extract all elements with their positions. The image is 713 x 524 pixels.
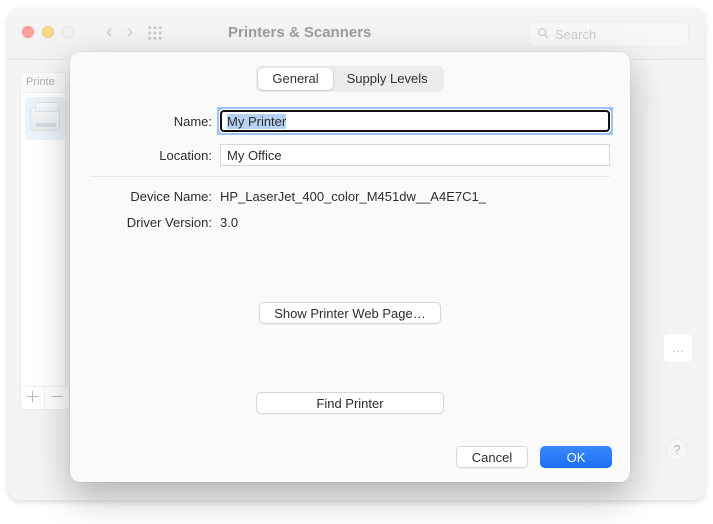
general-form: Name: Location: Device Name: HP_LaserJet…: [90, 104, 610, 235]
device-name-value: HP_LaserJet_400_color_M451dw__A4E7C1_: [220, 189, 610, 204]
sheet-tabs: General Supply Levels: [70, 66, 630, 92]
options-popup-button[interactable]: …: [663, 333, 693, 363]
divider: [90, 176, 610, 177]
printer-icon: [30, 107, 60, 131]
cancel-button[interactable]: Cancel: [456, 446, 528, 468]
sheet-footer: Cancel OK: [456, 446, 612, 468]
printers-list-header: Printe: [21, 73, 65, 93]
remove-printer-button[interactable]: －: [45, 387, 69, 409]
minimize-window-icon[interactable]: [42, 26, 54, 38]
printer-list-item[interactable]: [25, 97, 65, 140]
page-title: Printers & Scanners: [228, 24, 371, 41]
window-controls: [22, 26, 74, 38]
zoom-window-icon[interactable]: [62, 26, 74, 38]
driver-version-value: 3.0: [220, 215, 610, 230]
help-button[interactable]: ?: [666, 439, 688, 461]
printer-options-sheet: General Supply Levels Name: Location: De…: [70, 52, 630, 482]
printers-list: Printe: [20, 72, 66, 392]
search-icon: [537, 27, 549, 42]
driver-version-label: Driver Version:: [90, 215, 220, 230]
name-field[interactable]: [220, 110, 610, 132]
show-all-icon[interactable]: [147, 25, 163, 41]
location-field[interactable]: [220, 144, 610, 166]
find-printer-button[interactable]: Find Printer: [256, 392, 444, 414]
back-icon[interactable]: ‹: [106, 22, 113, 42]
add-remove-control: ＋ －: [20, 386, 70, 410]
tab-supply-levels[interactable]: Supply Levels: [333, 68, 442, 90]
show-printer-web-page-button[interactable]: Show Printer Web Page…: [259, 302, 441, 324]
forward-icon[interactable]: ›: [127, 22, 134, 42]
name-label: Name:: [90, 114, 220, 129]
nav-controls: ‹ ›: [106, 22, 163, 42]
ok-button[interactable]: OK: [540, 446, 612, 468]
tab-general[interactable]: General: [258, 68, 332, 90]
search-input[interactable]: Search: [529, 21, 689, 47]
search-placeholder: Search: [555, 27, 596, 42]
add-printer-button[interactable]: ＋: [21, 387, 45, 409]
device-name-label: Device Name:: [90, 189, 220, 204]
location-label: Location:: [90, 148, 220, 163]
close-window-icon[interactable]: [22, 26, 34, 38]
